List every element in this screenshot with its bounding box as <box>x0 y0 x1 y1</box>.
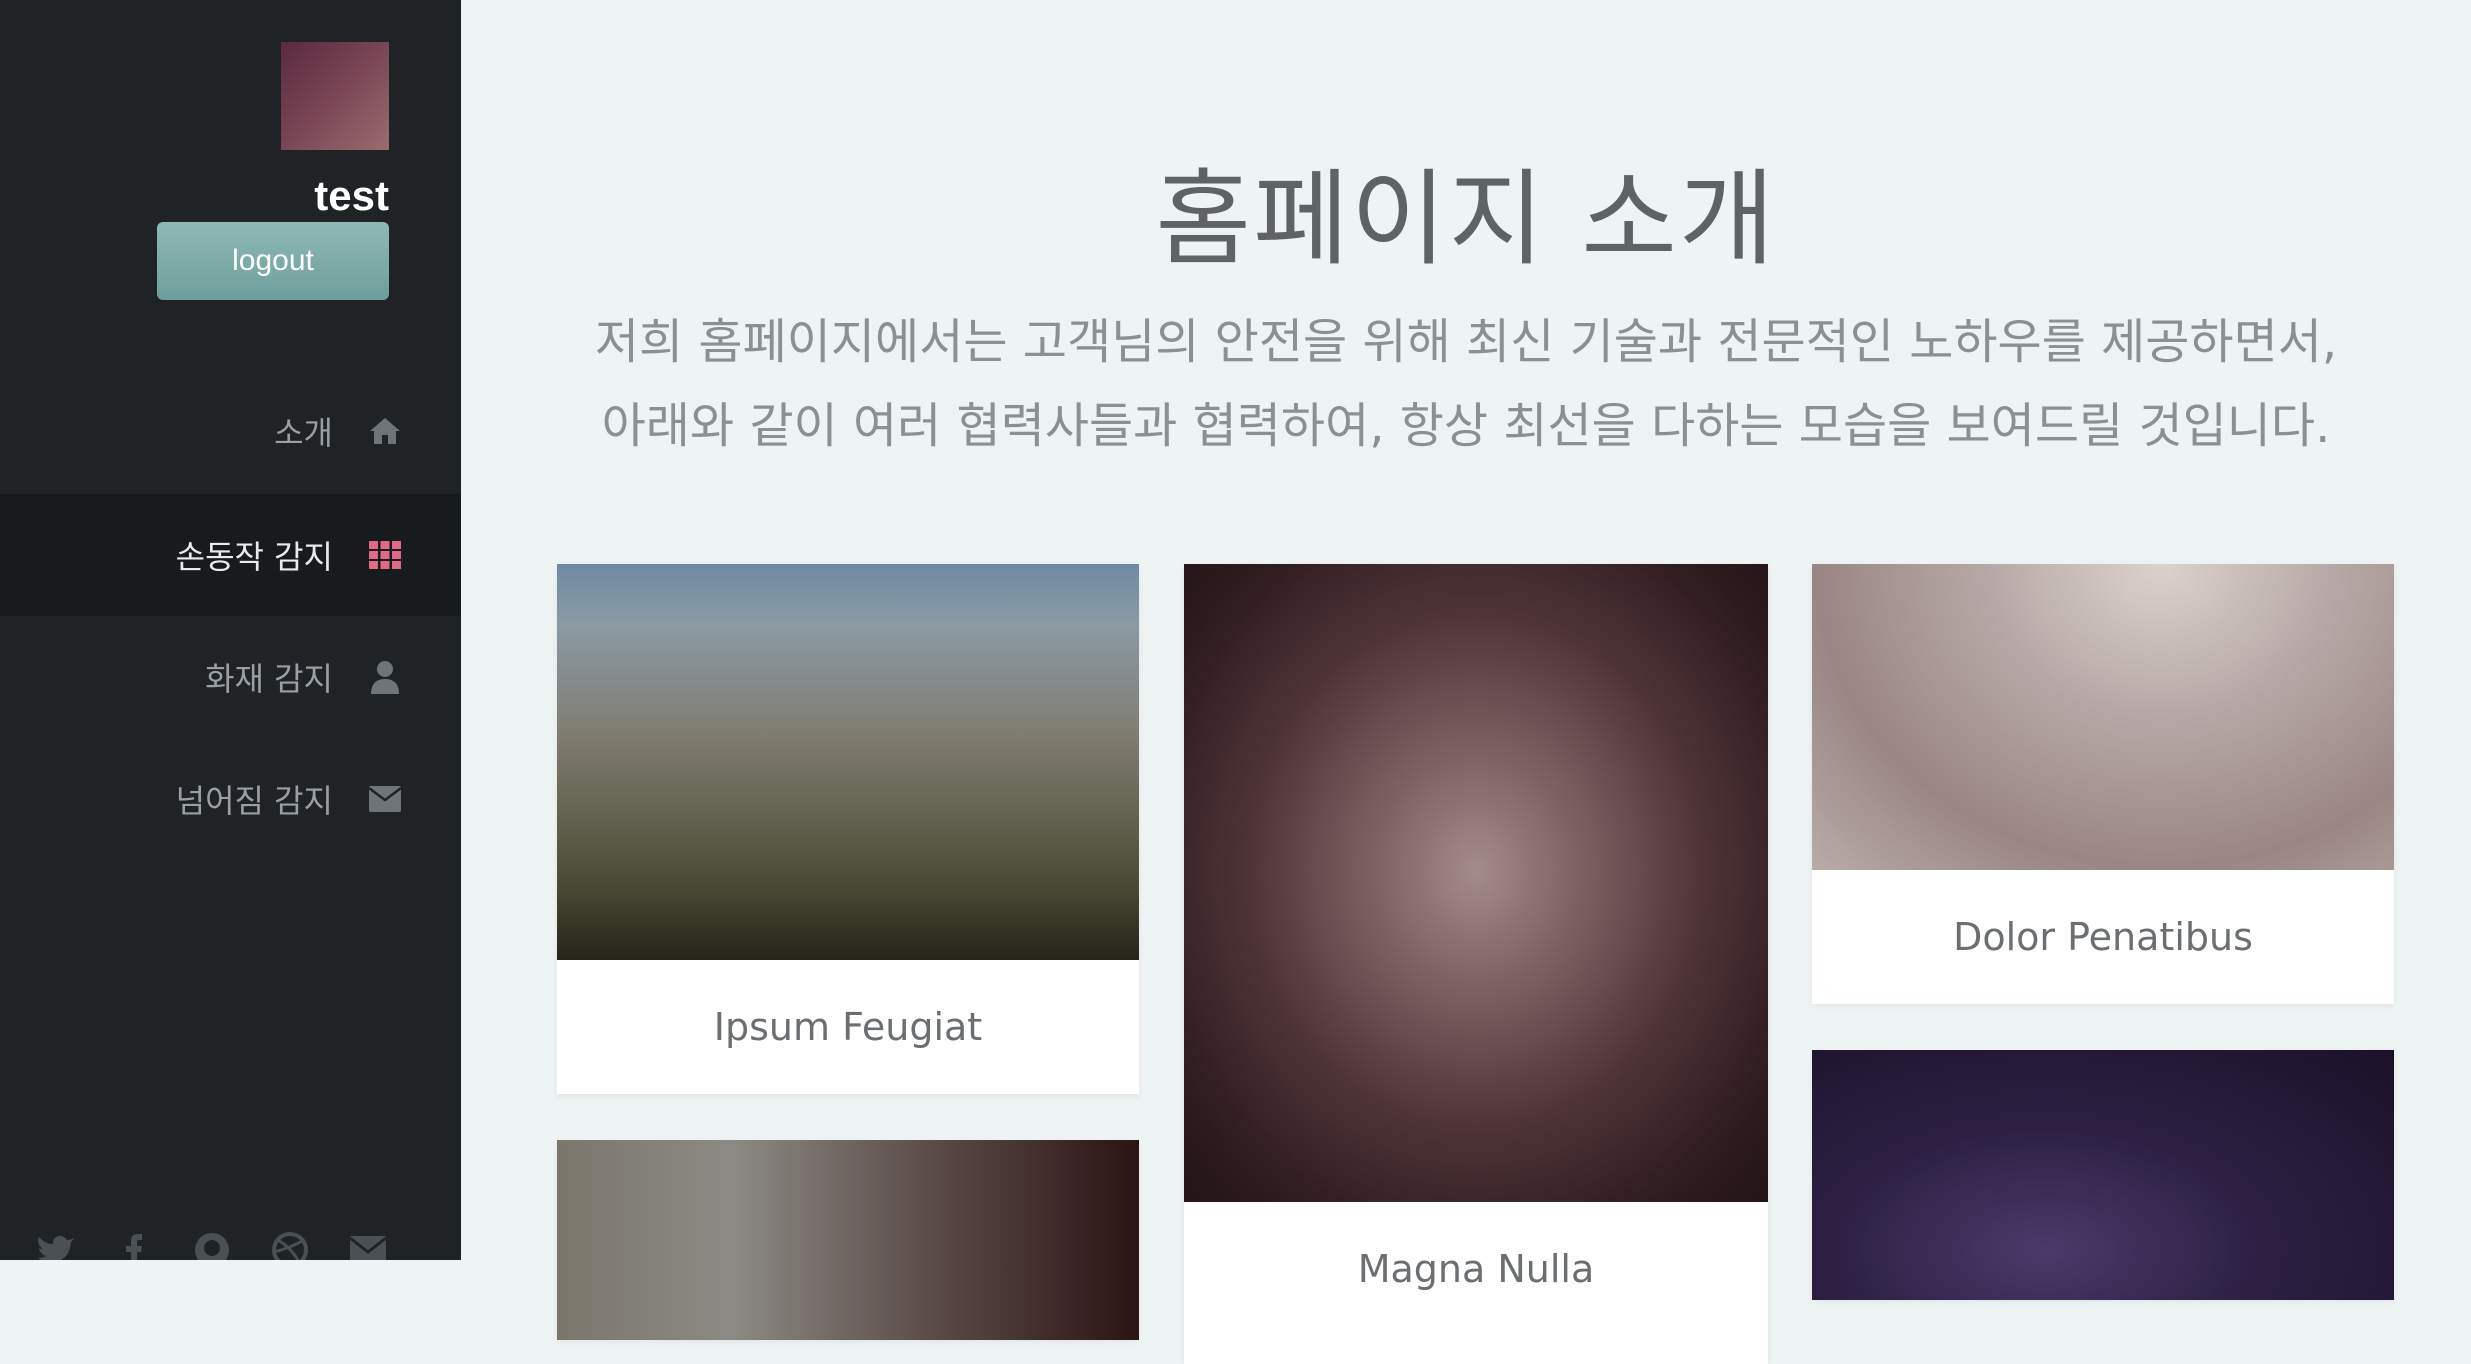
sidebar-item-label: 넘어짐 감지 <box>175 782 333 820</box>
envelope-icon <box>367 781 403 817</box>
card-image[interactable] <box>1812 1050 2394 1300</box>
intro-line: 저희 홈페이지에서는 고객님의 안전을 위해 최신 기술과 전문적인 노하우를 … <box>594 314 2338 370</box>
username: test <box>314 172 389 219</box>
home-icon <box>367 413 403 449</box>
gallery-card[interactable]: Ipsum Feugiat <box>557 564 1139 1094</box>
intro-text: 저희 홈페이지에서는 고객님의 안전을 위해 최신 기술과 전문적인 노하우를 … <box>541 300 2391 468</box>
envelope-icon[interactable] <box>348 1230 388 1260</box>
card-caption: Magna Nulla <box>1357 1247 1595 1291</box>
gallery-card[interactable]: Dolor Penatibus <box>1812 564 2394 1004</box>
sidebar-item-intro[interactable]: 소개 <box>0 370 461 492</box>
sidebar-item-label: 손동작 감지 <box>175 538 333 576</box>
grid-icon <box>367 537 403 573</box>
page-title: 홈페이지 소개 <box>1155 157 1777 280</box>
dribbble-icon[interactable] <box>270 1230 310 1260</box>
main-content: 홈페이지 소개 저희 홈페이지에서는 고객님의 안전을 위해 최신 기술과 전문… <box>461 0 2471 1364</box>
github-icon[interactable] <box>192 1230 232 1260</box>
intro-line: 아래와 같이 여러 협력사들과 협력하여, 항상 최선을 다하는 모습을 보여드… <box>601 398 2331 454</box>
card-caption: Ipsum Feugiat <box>713 1005 983 1049</box>
card-caption: Dolor Penatibus <box>1953 915 2253 959</box>
logout-button[interactable]: logout <box>157 222 389 300</box>
card-image[interactable] <box>1184 564 1768 1202</box>
sidebar-item-fall-detection[interactable]: 넘어짐 감지 <box>0 738 461 860</box>
gallery-card[interactable] <box>557 1140 1139 1340</box>
card-image[interactable] <box>1812 564 2394 870</box>
sidebar: test logout 소개 손동작 감지 화재 감지 넘어짐 감지 <box>0 0 461 1260</box>
social-links <box>36 1230 388 1260</box>
sidebar-item-label: 소개 <box>274 414 333 452</box>
gallery-card[interactable]: Magna Nulla <box>1184 564 1768 1364</box>
user-icon <box>367 659 403 695</box>
avatar[interactable] <box>281 42 389 150</box>
card-image[interactable] <box>557 564 1139 960</box>
sidebar-item-hand-gesture[interactable]: 손동작 감지 <box>0 494 461 616</box>
sidebar-item-fire-detection[interactable]: 화재 감지 <box>0 616 461 738</box>
twitter-icon[interactable] <box>36 1230 76 1260</box>
sidebar-item-label: 화재 감지 <box>205 660 333 698</box>
card-image[interactable] <box>557 1140 1139 1340</box>
facebook-icon[interactable] <box>114 1230 154 1260</box>
gallery-card[interactable] <box>1812 1050 2394 1300</box>
